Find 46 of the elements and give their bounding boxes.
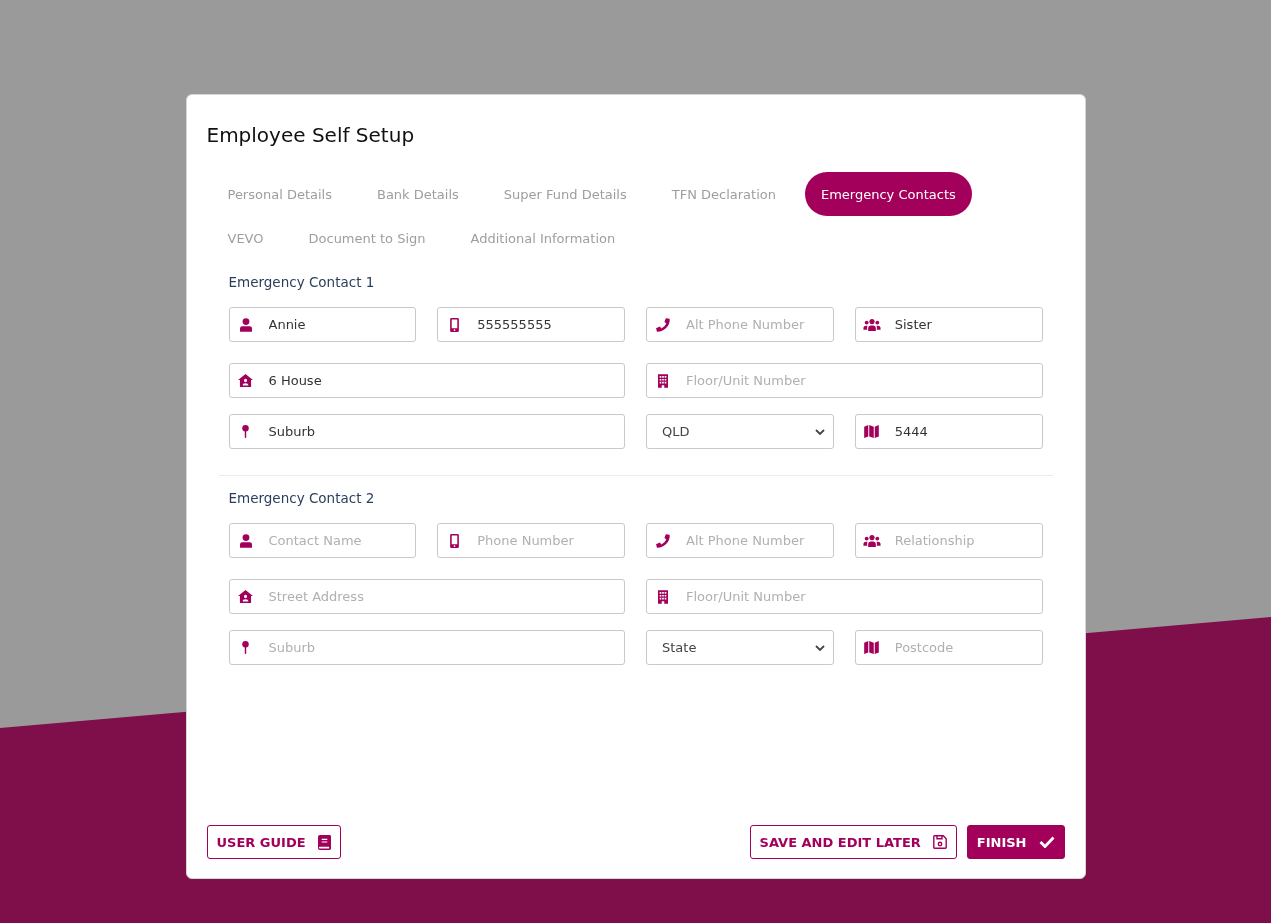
state-select[interactable]: QLD [646,414,834,449]
tab[interactable]: Emergency Contacts [805,172,972,216]
building-icon [658,589,668,604]
map-icon [864,641,880,654]
house-icon [238,374,253,387]
map-pin-icon [242,425,249,438]
person-icon [239,533,252,548]
chevron-down-icon [814,644,825,651]
book-icon [317,834,331,850]
alt-phone-field[interactable]: Alt Phone Number [646,307,834,342]
phone-number-field[interactable]: 555555555 [437,307,625,342]
phone-icon [656,533,670,548]
user-guide-button[interactable]: USER GUIDE [206,825,341,859]
floor-unit-field[interactable]: Floor/Unit Number [646,363,1043,398]
suburb-field[interactable]: Suburb [228,414,625,449]
state-select[interactable]: State [646,630,834,665]
save-button[interactable]: SAVE AND EDIT LATER [749,825,957,859]
section-heading: Emergency Contact 2 [228,489,375,507]
chevron-down-icon [814,428,825,435]
postcode-field[interactable]: 5444 [854,414,1043,449]
mobile-phone-icon [449,533,459,548]
person-icon [239,317,252,332]
street-address-field[interactable]: 6 House [228,363,625,398]
house-icon [238,590,253,603]
phone-number-field[interactable]: Phone Number [437,523,625,558]
checkmark-icon [1038,836,1055,848]
name-field[interactable]: Contact Name [228,523,417,558]
suburb-field[interactable]: Suburb [228,630,625,665]
floor-unit-field[interactable]: Floor/Unit Number [646,579,1043,614]
people-icon [862,318,881,331]
relationship-field[interactable]: Relationship [854,523,1043,558]
section-heading: Emergency Contact 1 [228,273,375,291]
postcode-field[interactable]: Postcode [854,630,1043,665]
name-field[interactable]: Annie [228,307,417,342]
relationship-field[interactable]: Sister [854,307,1043,342]
building-icon [658,373,668,388]
street-address-field[interactable]: Street Address [228,579,625,614]
map-icon [864,425,880,438]
map-pin-icon [242,641,249,654]
alt-phone-field[interactable]: Alt Phone Number [646,523,834,558]
floppy-disk-icon [932,835,947,849]
mobile-phone-icon [449,317,459,332]
phone-icon [656,317,670,332]
window-title: Employee Self Setup [206,123,415,147]
people-icon [862,534,881,547]
finish-button[interactable]: FINISH [966,825,1065,859]
